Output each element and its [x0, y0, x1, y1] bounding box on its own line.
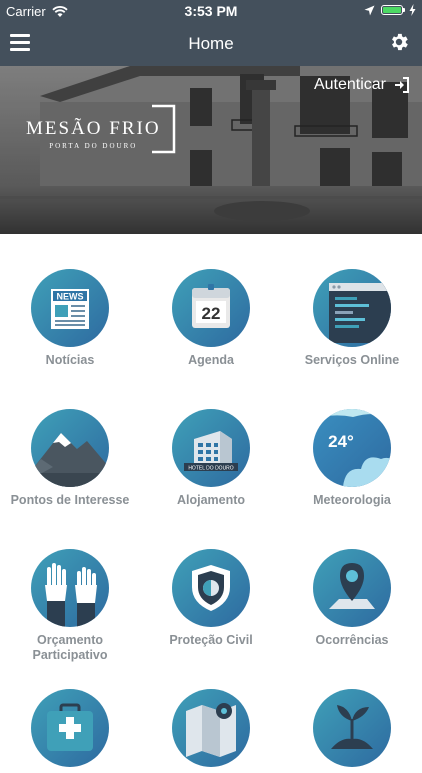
orcamento-icon-circle: [31, 549, 109, 627]
map-pin-icon: [329, 563, 375, 609]
calendar-day: 22: [202, 304, 221, 323]
saude-icon-circle: [31, 689, 109, 767]
noticias-icon-circle: NEWS: [31, 269, 109, 347]
calendar-icon: 22: [192, 284, 230, 328]
tile-pontos-de-interesse[interactable]: Pontos de Interesse: [0, 409, 140, 508]
tile-label: Agenda: [188, 353, 234, 367]
tile-label: Pontos de Interesse: [10, 493, 130, 507]
tile-agenda[interactable]: 22 Agenda: [141, 269, 281, 368]
weather-cloud-icon: 24°: [313, 409, 391, 487]
tile-saude[interactable]: [0, 689, 140, 773]
location-arrow-icon: [364, 5, 375, 15]
status-right: [364, 4, 416, 16]
servicos-icon-circle: [313, 269, 391, 347]
map-icon: [186, 703, 236, 757]
tile-alojamento[interactable]: HOTEL DO DOURO Alojamento: [141, 409, 281, 508]
login-link[interactable]: Autenticar: [314, 76, 410, 94]
tile-meteorologia[interactable]: 24° Meteorologia: [282, 409, 422, 508]
charging-bolt-icon: [409, 4, 416, 16]
settings-button[interactable]: [388, 31, 410, 53]
brand-logo: MESÃO FRIO PORTA DO DOURO: [26, 118, 161, 150]
ambiente-icon-circle: [313, 689, 391, 767]
login-label: Autenticar: [313, 76, 386, 93]
tile-servicos-online[interactable]: Serviços Online: [282, 269, 422, 368]
tile-label: Meteorologia: [313, 493, 391, 507]
hotel-building-icon: HOTEL DO DOURO: [184, 431, 238, 472]
plant-icon: [331, 705, 373, 749]
brand-frame-icon: [152, 104, 176, 154]
first-aid-kit-icon: [47, 703, 93, 751]
tile-label: Orçamento Participativo: [32, 633, 108, 662]
svg-text:NEWS: NEWS: [57, 292, 84, 302]
sign-in-icon: [395, 77, 409, 93]
status-time: 3:53 PM: [184, 3, 238, 19]
temperature: 24°: [328, 432, 354, 451]
battery-icon: [381, 5, 405, 15]
alojamento-icon-circle: HOTEL DO DOURO: [172, 409, 250, 487]
tile-ambiente[interactable]: [282, 689, 422, 773]
tile-label: Alojamento: [176, 493, 246, 507]
meteorologia-icon-circle: 24°: [313, 409, 391, 487]
ocorrencias-icon-circle: [313, 549, 391, 627]
tile-ocorrencias[interactable]: Ocorrências: [282, 549, 422, 648]
shield-icon: [192, 565, 230, 611]
gear-icon: [392, 33, 408, 51]
tile-orcamento-participativo[interactable]: Orçamento Participativo: [0, 549, 140, 663]
agenda-icon-circle: 22: [172, 269, 250, 347]
hero-banner: MESÃO FRIO PORTA DO DOURO Autenticar: [0, 66, 422, 234]
status-bar: Carrier 3:53 PM: [0, 0, 422, 22]
hotel-sign: HOTEL DO DOURO: [188, 466, 233, 472]
tile-protecao-civil[interactable]: Proteção Civil: [141, 549, 281, 648]
tile-label: Serviços Online: [304, 353, 400, 367]
tile-label: Ocorrências: [315, 633, 389, 647]
browser-window-icon: [329, 283, 391, 343]
brand-title: MESÃO FRIO: [26, 118, 161, 139]
brand-subtitle: PORTA DO DOURO: [49, 142, 138, 150]
newspaper-icon: NEWS: [51, 289, 89, 329]
page-title: Home: [188, 34, 234, 53]
protecao-icon-circle: [172, 549, 250, 627]
tile-label: Notícias: [45, 353, 95, 367]
tile-mapa[interactable]: [141, 689, 281, 773]
tile-noticias[interactable]: NEWS Notícias: [0, 269, 140, 368]
navigation-bar: Home: [0, 22, 422, 66]
tile-label: Proteção Civil: [169, 633, 253, 647]
raised-hands-icon: [45, 563, 97, 627]
pontos-icon-circle: [31, 409, 109, 487]
battery-fill: [383, 7, 401, 13]
mapa-icon-circle: [172, 689, 250, 767]
mountain-icon: [31, 433, 109, 487]
